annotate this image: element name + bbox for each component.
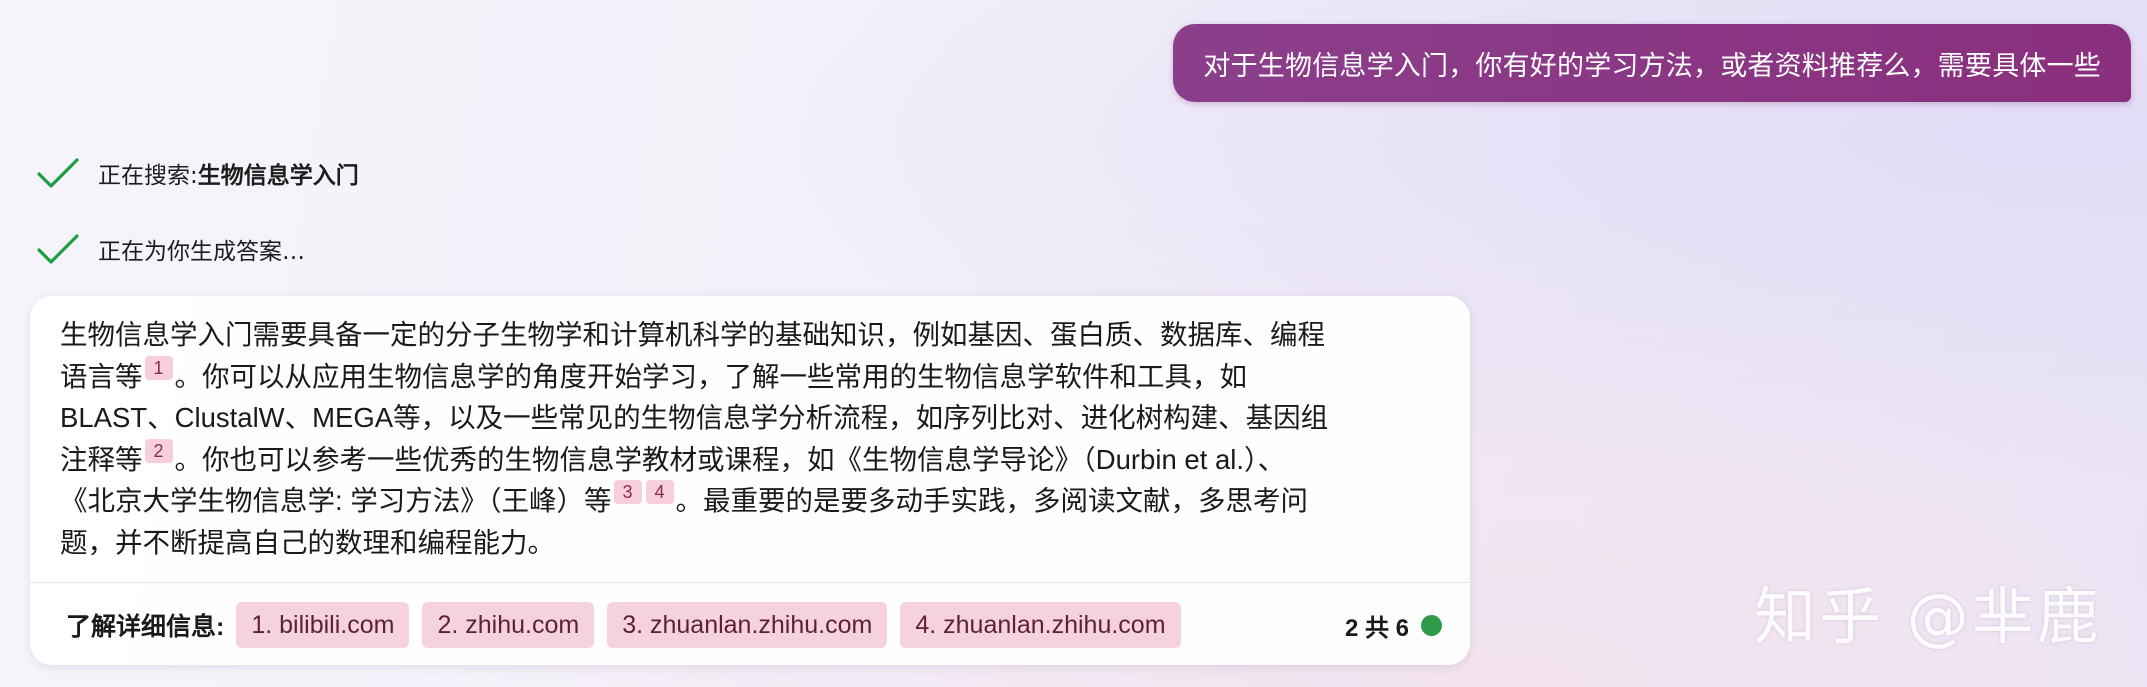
user-message-bubble: 对于生物信息学入门，你有好的学习方法，或者资料推荐么，需要具体一些 [1173, 24, 2131, 102]
watermark: 知乎 @芈鹿 [1754, 580, 2102, 653]
answer-line: 注释等 2 。你也可以参考一些优秀的生物信息学教材或课程，如《生物信息学导论》（Du… [60, 438, 1450, 481]
learn-more-bar: 了解详细信息: 1. bilibili.com 2. zhihu.com 3. … [66, 602, 1194, 648]
source-link-2[interactable]: 2. zhihu.com [422, 602, 595, 648]
source-link-1[interactable]: 1. bilibili.com [236, 602, 410, 648]
answer-line: 题，并不断提高自己的数理和编程能力。 [60, 522, 1450, 564]
answer-text-segment: 。你可以从应用生物信息学的角度开始学习，了解一些常用的生物信息学软件和工具，如 [174, 360, 1248, 392]
citation-1[interactable]: 1 [144, 355, 173, 380]
answer-text-segment: 语言等 [60, 360, 143, 392]
response-counter-text: 2 共 6 [1344, 614, 1409, 642]
status-generating: 正在为你生成答案… [36, 232, 305, 266]
answer-text-segment: 。最重要的是要多动手实践，多阅读文献，多思考问 [675, 485, 1309, 516]
card-divider [30, 582, 1470, 583]
source-link-3[interactable]: 3. zhuanlan.zhihu.com [607, 602, 888, 648]
citation-3[interactable]: 3 [613, 480, 642, 504]
check-icon [37, 234, 79, 264]
response-counter: 2 共 6 [1345, 602, 1442, 648]
answer-text-segment: 题，并不断提高自己的数理和编程能力。 [60, 526, 555, 558]
status-search-prefix: 正在搜索: [98, 163, 198, 189]
answer-text: 生物信息学入门需要具备一定的分子生物学和计算机科学的基础知识，例如基因、蛋白质、… [60, 314, 1450, 563]
citation-2[interactable]: 2 [144, 438, 173, 463]
learn-more-label: 了解详细信息: [66, 613, 225, 641]
status-searching: 正在搜索: 生物信息学入门 [36, 156, 359, 190]
answer-line: 《北京大学生物信息学: 学习方法》（王峰）等 3 4 。最重要的是要多动手实践，多阅读… [60, 480, 1450, 522]
answer-text-segment: 生物信息学入门需要具备一定的分子生物学和计算机科学的基础知识，例如基因、蛋白质、… [60, 319, 1325, 350]
answer-line: 语言等 1 。你可以从应用生物信息学的角度开始学习，了解一些常用的生物信息学软件和工… [60, 355, 1450, 398]
answer-card: 生物信息学入门需要具备一定的分子生物学和计算机科学的基础知识，例如基因、蛋白质、… [30, 296, 1470, 665]
answer-line: 生物信息学入门需要具备一定的分子生物学和计算机科学的基础知识，例如基因、蛋白质、… [60, 314, 1450, 356]
status-generating-text: 正在为你生成答案… [98, 239, 305, 265]
citation-4[interactable]: 4 [645, 480, 674, 504]
answer-text-segment: 。你也可以参考一些优秀的生物信息学教材或课程，如《生物信息学导论》（Durbin… [174, 443, 1286, 475]
user-message-text: 对于生物信息学入门，你有好的学习方法，或者资料推荐么，需要具体一些 [1203, 50, 2101, 82]
answer-text-segment: BLAST、ClustalW、MEGA等，以及一些常见的生物信息学分析流程，如序… [60, 402, 1329, 433]
answer-line: BLAST、ClustalW、MEGA等，以及一些常见的生物信息学分析流程，如序… [60, 397, 1450, 439]
check-icon [37, 158, 79, 188]
answer-text-segment: 《北京大学生物信息学: 学习方法》（王峰）等 [60, 485, 612, 516]
status-search-query: 生物信息学入门 [197, 163, 359, 189]
source-link-4[interactable]: 4. zhuanlan.zhihu.com [900, 602, 1181, 648]
status-dot-icon [1421, 614, 1442, 636]
answer-text-segment: 注释等 [60, 443, 143, 475]
